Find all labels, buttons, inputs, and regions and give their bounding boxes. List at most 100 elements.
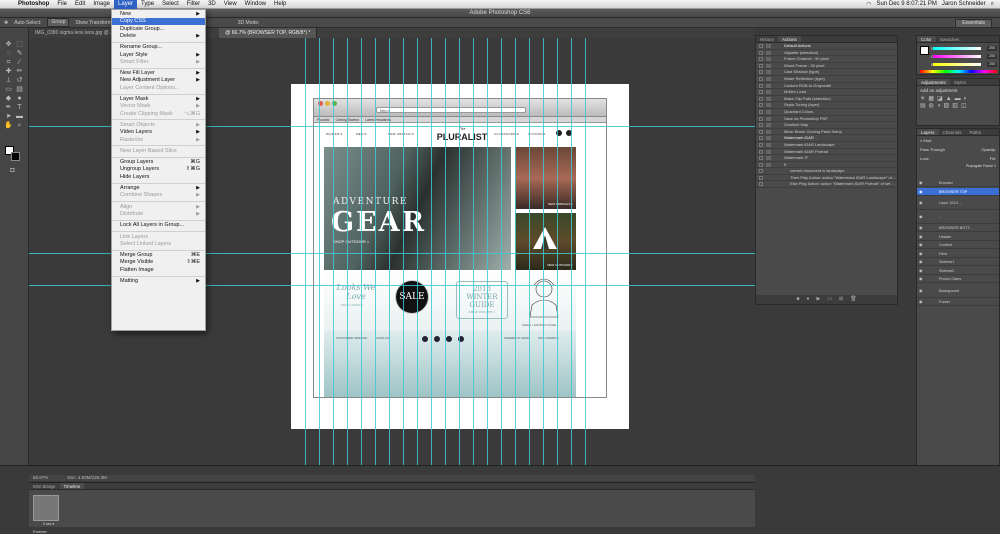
- eyedropper-icon[interactable]: ⁄: [15, 58, 24, 67]
- action-toggle-checkbox[interactable]: [759, 76, 763, 81]
- eye-icon[interactable]: ◉: [919, 250, 923, 258]
- value-g[interactable]: 255: [987, 54, 997, 59]
- type-icon[interactable]: T: [15, 103, 24, 112]
- brush-icon[interactable]: ✏: [15, 67, 24, 76]
- stop-icon[interactable]: ■: [796, 295, 799, 304]
- action-row[interactable]: Quadrant Colors: [756, 109, 897, 116]
- stamp-icon[interactable]: ⊥: [4, 76, 13, 85]
- eye-icon[interactable]: ◉: [919, 224, 923, 232]
- doc-size[interactable]: Doc: 4.93M/126.3M: [68, 475, 107, 480]
- menu-help[interactable]: Help: [270, 0, 290, 9]
- action-row[interactable]: Cast Shadow (type): [756, 69, 897, 76]
- menu-item-merge-visible[interactable]: Merge Visible ⇧⌘E: [112, 259, 205, 266]
- blur-icon[interactable]: ◆: [4, 94, 13, 103]
- record-icon[interactable]: ●: [806, 295, 809, 304]
- action-row[interactable]: Vignette (selection): [756, 50, 897, 57]
- zoom-level[interactable]: 66.67%: [33, 475, 48, 480]
- action-row[interactable]: Mixer Brush Cloning Paint Setup: [756, 129, 897, 136]
- action-toggle-checkbox[interactable]: [759, 90, 763, 95]
- action-row[interactable]: Wood Frame - 50 pixel: [756, 63, 897, 70]
- show-transform-checkbox[interactable]: Show Transform: [75, 20, 111, 26]
- new-set-icon[interactable]: ▭: [827, 295, 832, 304]
- loop-select[interactable]: Forever: [33, 529, 47, 534]
- tab-swatches[interactable]: Swatches: [936, 36, 964, 42]
- clock[interactable]: Sun Dec 9 8:07:21 PM: [877, 1, 937, 8]
- eraser-icon[interactable]: ▭: [4, 85, 13, 94]
- gradient-icon[interactable]: ▤: [15, 85, 24, 94]
- play-icon[interactable]: ▶: [816, 295, 820, 304]
- eye-icon[interactable]: ◉: [919, 196, 923, 210]
- move-tool-icon[interactable]: ✥: [4, 20, 8, 26]
- action-row[interactable]: Then Play Action: action "Watermark iDAR…: [756, 175, 897, 182]
- menu-window[interactable]: Window: [241, 0, 270, 9]
- action-toggle-checkbox[interactable]: [759, 169, 763, 174]
- tab-actions[interactable]: Actions: [778, 36, 801, 42]
- marquee-icon[interactable]: ⬚: [15, 40, 24, 49]
- action-row[interactable]: current document is landscape: [756, 168, 897, 175]
- frame-thumbnail[interactable]: [33, 495, 59, 521]
- action-toggle-checkbox[interactable]: [759, 70, 763, 75]
- color-ramp[interactable]: [920, 70, 997, 73]
- action-toggle-checkbox[interactable]: [759, 109, 763, 114]
- layer-row[interactable]: ◉ Sidebar1: [917, 258, 999, 266]
- tab-mini-bridge[interactable]: Mini Bridge: [29, 483, 60, 489]
- adjustment-icons-row2[interactable]: ▤◍◑▧▥◫: [917, 102, 999, 109]
- quick-select-icon[interactable]: ✎: [15, 49, 24, 58]
- menu-app[interactable]: Photoshop: [14, 0, 53, 9]
- layer-row[interactable]: ◉ Background: [917, 284, 999, 298]
- crop-icon[interactable]: ⌗: [4, 58, 13, 67]
- action-toggle-checkbox[interactable]: [759, 44, 763, 48]
- menu-item-flatten-image[interactable]: Flatten Image: [112, 267, 205, 274]
- trash-icon[interactable]: 🗑: [850, 295, 856, 304]
- menu-layer[interactable]: Layer: [114, 0, 138, 9]
- layer-row[interactable]: ◉ Hero: [917, 250, 999, 258]
- frame-delay[interactable]: 0 sec.▾: [43, 522, 54, 526]
- eye-icon[interactable]: ◉: [919, 275, 923, 283]
- new-action-icon[interactable]: ⊞: [839, 295, 843, 304]
- action-row[interactable]: Watermark IF: [756, 155, 897, 162]
- layer-row[interactable]: ◉ Layer 3213 ...: [917, 196, 999, 210]
- action-row[interactable]: Sepia Toning (layer): [756, 102, 897, 109]
- opacity-label[interactable]: Opacity:: [981, 147, 996, 152]
- action-row[interactable]: Default Actions: [756, 43, 897, 50]
- value-r[interactable]: 255: [987, 46, 997, 51]
- eye-icon[interactable]: ◉: [919, 241, 923, 249]
- pen-icon[interactable]: ✒: [4, 103, 13, 112]
- zoom-icon[interactable]: ⌕: [15, 121, 24, 130]
- action-toggle-checkbox[interactable]: [759, 156, 763, 161]
- menu-item-hide-layers[interactable]: Hide Layers: [112, 174, 205, 181]
- tab-color[interactable]: Color: [917, 36, 936, 42]
- menu-item-matting[interactable]: Matting ▶: [112, 278, 205, 285]
- path-select-icon[interactable]: ➤: [4, 112, 13, 121]
- menu-item-layer-mask[interactable]: Layer Mask ▶: [112, 96, 205, 103]
- shape-icon[interactable]: ▬: [15, 112, 24, 121]
- menu-filter[interactable]: Filter: [183, 0, 204, 9]
- move-icon[interactable]: ✥: [4, 40, 13, 49]
- action-row[interactable]: Molten Lead: [756, 89, 897, 96]
- tab-layers[interactable]: Layers: [917, 129, 939, 135]
- eye-icon[interactable]: ◉: [919, 284, 923, 298]
- menu-item-video-layers[interactable]: Video Layers ▶: [112, 129, 205, 136]
- action-toggle-checkbox[interactable]: [759, 50, 763, 55]
- layer-row[interactable]: ◉ Header: [917, 233, 999, 241]
- menu-type[interactable]: Type: [137, 0, 158, 9]
- layer-row[interactable]: ◉...: [917, 210, 999, 224]
- action-toggle-checkbox[interactable]: [759, 149, 763, 154]
- action-row[interactable]: If: [756, 162, 897, 169]
- action-row[interactable]: Frame Channel - 50 pixel: [756, 56, 897, 63]
- value-b[interactable]: 255: [987, 62, 997, 67]
- blend-mode-select[interactable]: Pass Through: [920, 147, 945, 152]
- hand-icon[interactable]: ✋: [4, 121, 13, 130]
- wifi-icon[interactable]: ◠: [866, 1, 871, 8]
- slider-b[interactable]: [933, 63, 981, 66]
- menu-edit[interactable]: Edit: [71, 0, 89, 9]
- menu-image[interactable]: Image: [89, 0, 114, 9]
- action-toggle-checkbox[interactable]: [759, 129, 763, 134]
- layer-filter[interactable]: ⌕ Kind: [917, 136, 999, 145]
- action-toggle-checkbox[interactable]: [759, 63, 763, 68]
- eye-icon[interactable]: ◉: [919, 210, 923, 224]
- eye-icon[interactable]: ◉: [919, 258, 923, 266]
- fill-label[interactable]: Fill:: [990, 156, 996, 161]
- action-row[interactable]: Watermark iDAR Landscape: [756, 142, 897, 149]
- user-name[interactable]: Jaron Schneider: [942, 1, 986, 8]
